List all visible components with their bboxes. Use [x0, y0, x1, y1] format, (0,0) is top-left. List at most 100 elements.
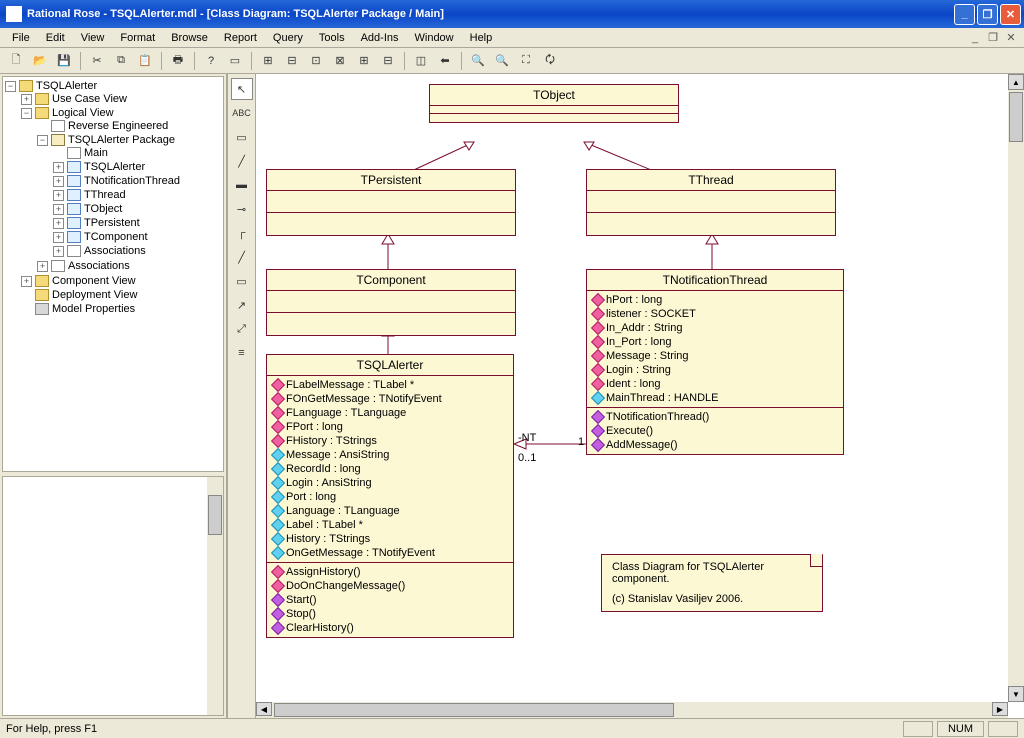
menu-help[interactable]: Help	[462, 30, 501, 46]
class-member: In_Addr : String	[591, 321, 839, 335]
gen-tool[interactable]: ↗	[231, 294, 253, 316]
class-member: Message : AnsiString	[271, 448, 509, 462]
menu-view[interactable]: View	[73, 30, 113, 46]
menu-addins[interactable]: Add-Ins	[353, 30, 407, 46]
dep-tool[interactable]: ╱	[231, 246, 253, 268]
text-tool[interactable]: ABC	[231, 102, 253, 124]
real-tool[interactable]: ⤢	[231, 318, 253, 340]
tree-assoc2[interactable]: Associations	[68, 260, 130, 272]
mdi-close-button[interactable]: ✕	[1003, 31, 1019, 45]
class-member: FPort : long	[271, 420, 509, 434]
menu-browse[interactable]: Browse	[163, 30, 216, 46]
print-icon[interactable]: 🖶	[168, 51, 188, 71]
menu-edit[interactable]: Edit	[38, 30, 73, 46]
tree-tcomponent[interactable]: TComponent	[84, 231, 148, 243]
open-icon[interactable]: 📂	[30, 51, 50, 71]
class-member: Port : long	[271, 490, 509, 504]
cut-icon[interactable]: ✂	[87, 51, 107, 71]
toolbar: 🗋 📂 💾 ✂ ⧉ 📋 🖶 ? ▭ ⊞ ⊟ ⊡ ⊠ ⊞ ⊟ ◫ ⬅ 🔍 🔍 ⛶ …	[0, 48, 1024, 74]
browser-tree[interactable]: −TSQLAlerter +Use Case View −Logical Vie…	[2, 76, 224, 472]
menu-window[interactable]: Window	[407, 30, 462, 46]
class-member: AssignHistory()	[271, 565, 509, 579]
class-member: Stop()	[271, 607, 509, 621]
tree-tnotif[interactable]: TNotificationThread	[84, 175, 180, 187]
anchor-tool[interactable]: ╱	[231, 150, 253, 172]
tree-tsqlalerter[interactable]: TSQLAlerter	[84, 161, 145, 173]
zoomout-icon[interactable]: 🔍	[468, 51, 488, 71]
zoomin-icon[interactable]: 🔍	[492, 51, 512, 71]
back-icon[interactable]: ⬅	[435, 51, 455, 71]
tree-deploy[interactable]: Deployment View	[52, 289, 137, 301]
save-icon[interactable]: 💾	[54, 51, 74, 71]
class-tobject[interactable]: TObject	[429, 84, 679, 123]
class-member: AddMessage()	[591, 438, 839, 452]
new-icon[interactable]: 🗋	[6, 51, 26, 71]
diagram-canvas[interactable]: TObject TPersistent TThread TComponent T…	[256, 74, 1024, 718]
menu-query[interactable]: Query	[265, 30, 311, 46]
mdi-minimize-button[interactable]: _	[967, 31, 983, 45]
documentation-panel[interactable]	[2, 476, 224, 716]
paste-icon[interactable]: 📋	[135, 51, 155, 71]
class-member: ClearHistory()	[271, 621, 509, 635]
window-titlebar: Rational Rose - TSQLAlerter.mdl - [Class…	[0, 0, 1024, 28]
tree-usecase[interactable]: Use Case View	[52, 93, 127, 105]
class-tthread[interactable]: TThread	[586, 169, 836, 236]
tree-assoc1[interactable]: Associations	[84, 245, 146, 257]
more-tool[interactable]: ≡	[231, 342, 253, 364]
help-icon[interactable]: ?	[201, 51, 221, 71]
menu-report[interactable]: Report	[216, 30, 265, 46]
tool6-icon[interactable]: ⊟	[378, 51, 398, 71]
class-name: TComponent	[267, 270, 515, 291]
tree-tthread[interactable]: TThread	[84, 189, 126, 201]
mdi-restore-button[interactable]: ❐	[985, 31, 1001, 45]
refresh-icon[interactable]: 🗘	[540, 51, 560, 71]
class-member: OnGetMessage : TNotifyEvent	[271, 546, 509, 560]
tool7-icon[interactable]: ◫	[411, 51, 431, 71]
class-tpersistent[interactable]: TPersistent	[266, 169, 516, 236]
class-tsqlalerter[interactable]: TSQLAlerter FLabelMessage : TLabel *FOnG…	[266, 354, 514, 638]
class-member: FOnGetMessage : TNotifyEvent	[271, 392, 509, 406]
copy-icon[interactable]: ⧉	[111, 51, 131, 71]
tree-tobject[interactable]: TObject	[84, 203, 122, 215]
tree-component[interactable]: Component View	[52, 275, 136, 287]
class-tnotificationthread[interactable]: TNotificationThread hPort : longlistener…	[586, 269, 844, 455]
note-tool[interactable]: ▭	[231, 126, 253, 148]
tree-root[interactable]: TSQLAlerter	[36, 80, 97, 92]
fit-icon[interactable]: ⛶	[516, 51, 536, 71]
browse-icon[interactable]: ▭	[225, 51, 245, 71]
menu-tools[interactable]: Tools	[311, 30, 353, 46]
maximize-button[interactable]: ❐	[977, 4, 998, 25]
tree-main[interactable]: Main	[84, 147, 108, 159]
menu-format[interactable]: Format	[112, 30, 163, 46]
doc-scrollbar[interactable]	[207, 477, 223, 715]
interface-tool[interactable]: ⊸	[231, 198, 253, 220]
diagram-toolbox: ↖ ABC ▭ ╱ ▬ ⊸ ┌ ╱ ▭ ↗ ⤢ ≡	[228, 74, 256, 718]
class-member: In_Port : long	[591, 335, 839, 349]
class-tool[interactable]: ▬	[231, 174, 253, 196]
class-tcomponent[interactable]: TComponent	[266, 269, 516, 336]
menu-file[interactable]: File	[4, 30, 38, 46]
tree-tpersistent[interactable]: TPersistent	[84, 217, 140, 229]
assoc-tool[interactable]: ┌	[231, 222, 253, 244]
tree-pkg[interactable]: TSQLAlerter Package	[68, 134, 175, 146]
canvas-hscrollbar[interactable]: ◀ ▶	[256, 702, 1008, 718]
tool3-icon[interactable]: ⊡	[306, 51, 326, 71]
diagram-note[interactable]: Class Diagram for TSQLAlerter component.…	[601, 554, 823, 612]
tool2-icon[interactable]: ⊟	[282, 51, 302, 71]
tree-model[interactable]: Model Properties	[52, 303, 135, 315]
tree-reverse[interactable]: Reverse Engineered	[68, 120, 168, 132]
pointer-tool[interactable]: ↖	[231, 78, 253, 100]
canvas-vscrollbar[interactable]: ▲ ▼	[1008, 74, 1024, 702]
class-member: FLanguage : TLanguage	[271, 406, 509, 420]
tool4-icon[interactable]: ⊠	[330, 51, 350, 71]
close-button[interactable]: ✕	[1000, 4, 1021, 25]
class-member: Login : AnsiString	[271, 476, 509, 490]
class-member: Execute()	[591, 424, 839, 438]
package-tool[interactable]: ▭	[231, 270, 253, 292]
minimize-button[interactable]: _	[954, 4, 975, 25]
tree-logical[interactable]: Logical View	[52, 107, 114, 119]
class-member: listener : SOCKET	[591, 307, 839, 321]
class-member: RecordId : long	[271, 462, 509, 476]
tool1-icon[interactable]: ⊞	[258, 51, 278, 71]
tool5-icon[interactable]: ⊞	[354, 51, 374, 71]
